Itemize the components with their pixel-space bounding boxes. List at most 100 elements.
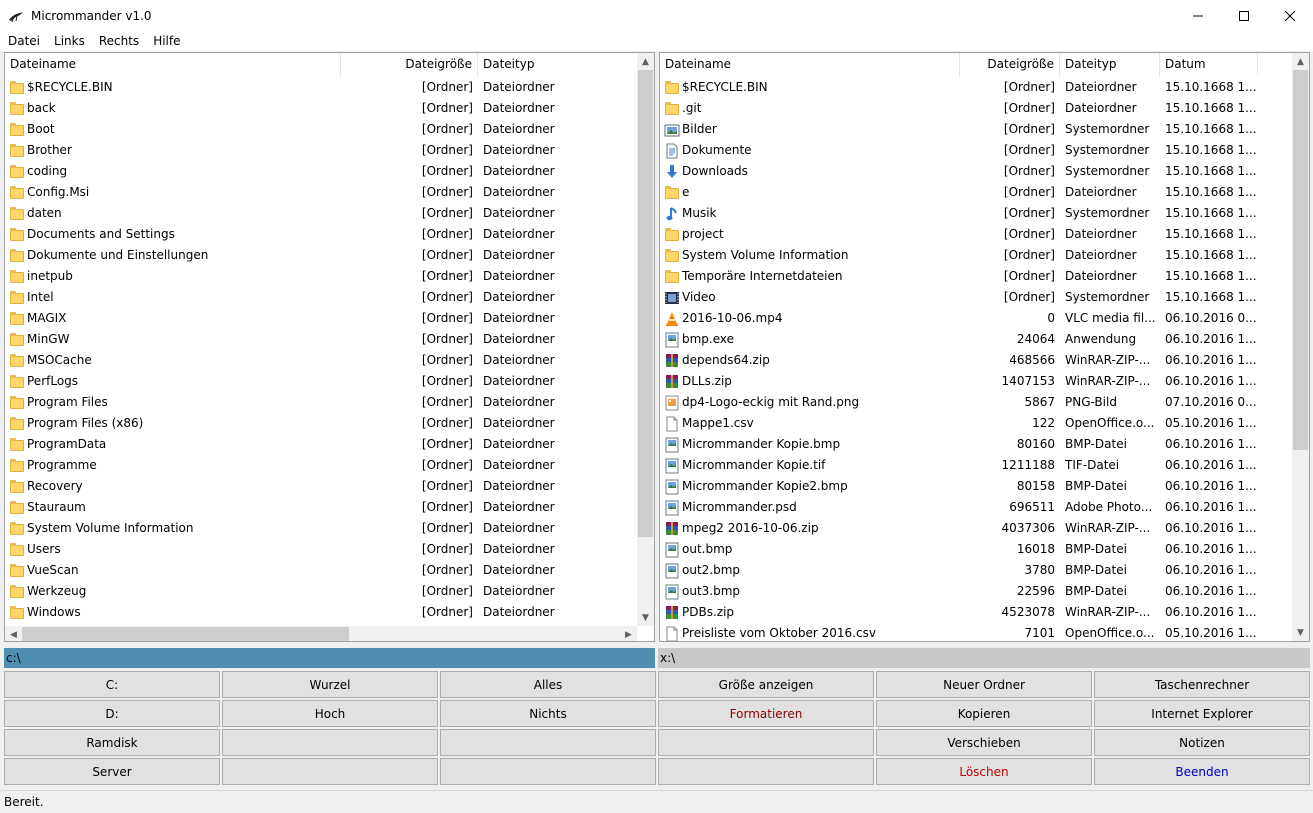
button-verschieben[interactable]: Verschieben: [876, 729, 1092, 756]
file-row[interactable]: Programme [Ordner] Dateiordner: [5, 455, 638, 476]
file-row[interactable]: dp4-Logo-eckig mit Rand.png 5867 PNG-Bild 0…: [660, 392, 1258, 413]
file-row[interactable]: Boot [Ordner] Dateiordner: [5, 119, 638, 140]
button-größe-anzeigen[interactable]: Größe anzeigen: [658, 671, 874, 698]
col-dateityp[interactable]: Dateityp: [478, 53, 638, 76]
file-row[interactable]: DLLs.zip 1407153 WinRAR-ZIP-... 06.10.2016 …: [660, 371, 1258, 392]
file-row[interactable]: out.bmp 16018 BMP-Datei 06.10.2016 1...: [660, 539, 1258, 560]
col-dateityp[interactable]: Dateityp: [1060, 53, 1160, 76]
right-path-bar[interactable]: x:\: [658, 648, 1310, 668]
button-neuer-ordner[interactable]: Neuer Ordner: [876, 671, 1092, 698]
menu-hilfe[interactable]: Hilfe: [146, 34, 187, 48]
file-row[interactable]: Recovery [Ordner] Dateiordner: [5, 476, 638, 497]
button-ramdisk[interactable]: Ramdisk: [4, 729, 220, 756]
file-row[interactable]: Stauraum [Ordner] Dateiordner: [5, 497, 638, 518]
maximize-button[interactable]: [1221, 0, 1267, 31]
file-row[interactable]: Micrommander.psd 696511 Adobe Photo... 06.1…: [660, 497, 1258, 518]
scroll-up-icon[interactable]: ▲: [1292, 53, 1309, 70]
file-row[interactable]: Windows [Ordner] Dateiordner: [5, 602, 638, 623]
file-row[interactable]: depends64.zip 468566 WinRAR-ZIP-... 06.10.2…: [660, 350, 1258, 371]
file-row[interactable]: Dokumente und Einstellungen [Ordner] Datei…: [5, 245, 638, 266]
right-vertical-scrollbar[interactable]: ▲ ▼: [1292, 53, 1309, 641]
file-row[interactable]: coding [Ordner] Dateiordner: [5, 161, 638, 182]
left-file-list[interactable]: Dateiname Dateigröße Dateityp $RECYCLE.B…: [4, 52, 655, 642]
file-row[interactable]: Intel [Ordner] Dateiordner: [5, 287, 638, 308]
file-row[interactable]: Micrommander Kopie.tif 1211188 TIF-Datei 06…: [660, 455, 1258, 476]
button-kopieren[interactable]: Kopieren: [876, 700, 1092, 727]
button-d[interactable]: D:: [4, 700, 220, 727]
file-row[interactable]: back [Ordner] Dateiordner: [5, 98, 638, 119]
button-wurzel[interactable]: Wurzel: [222, 671, 438, 698]
button-taschenrechner[interactable]: Taschenrechner: [1094, 671, 1310, 698]
file-row[interactable]: Preisliste vom Oktober 2016.csv 7101 OpenO…: [660, 623, 1258, 641]
file-row[interactable]: out2.bmp 3780 BMP-Datei 06.10.2016 1...: [660, 560, 1258, 581]
scroll-up-icon[interactable]: ▲: [637, 53, 654, 70]
button-empty-3-1[interactable]: [222, 758, 438, 785]
col-dateigroesse[interactable]: Dateigröße: [341, 53, 478, 76]
file-row[interactable]: System Volume Information [Ordner] Dateior…: [5, 518, 638, 539]
file-row[interactable]: Downloads [Ordner] Systemordner 15.10.1668 …: [660, 161, 1258, 182]
file-row[interactable]: Brother [Ordner] Dateiordner: [5, 140, 638, 161]
file-row[interactable]: Mappe1.csv 122 OpenOffice.o... 05.10.2016 1…: [660, 413, 1258, 434]
file-row[interactable]: Dokumente [Ordner] Systemordner 15.10.1668 …: [660, 140, 1258, 161]
button-hoch[interactable]: Hoch: [222, 700, 438, 727]
button-nichts[interactable]: Nichts: [440, 700, 656, 727]
file-row[interactable]: PerfLogs [Ordner] Dateiordner: [5, 371, 638, 392]
file-row[interactable]: Documents and Settings [Ordner] Dateiordne…: [5, 224, 638, 245]
scroll-right-icon[interactable]: ▶: [620, 626, 637, 641]
file-row[interactable]: MAGIX [Ordner] Dateiordner: [5, 308, 638, 329]
right-file-list[interactable]: Dateiname Dateigröße Dateityp Datum $REC…: [659, 52, 1310, 642]
file-row[interactable]: ProgramData [Ordner] Dateiordner: [5, 434, 638, 455]
button-empty-2-1[interactable]: [222, 729, 438, 756]
file-row[interactable]: Video [Ordner] Systemordner 15.10.1668 1...: [660, 287, 1258, 308]
button-empty-2-3[interactable]: [658, 729, 874, 756]
col-datum[interactable]: Datum: [1160, 53, 1258, 76]
file-row[interactable]: Werkzeug [Ordner] Dateiordner: [5, 581, 638, 602]
file-row[interactable]: bmp.exe 24064 Anwendung 06.10.2016 1...: [660, 329, 1258, 350]
menu-links[interactable]: Links: [47, 34, 92, 48]
button-server[interactable]: Server: [4, 758, 220, 785]
file-row[interactable]: 2016-10-06.mp4 0 VLC media fil... 06.10.201…: [660, 308, 1258, 329]
button-empty-3-2[interactable]: [440, 758, 656, 785]
file-row[interactable]: VueScan [Ordner] Dateiordner: [5, 560, 638, 581]
file-row[interactable]: Bilder [Ordner] Systemordner 15.10.1668 1..…: [660, 119, 1258, 140]
file-row[interactable]: mpeg2 2016-10-06.zip 4037306 WinRAR-ZIP-..…: [660, 518, 1258, 539]
file-row[interactable]: daten [Ordner] Dateiordner: [5, 203, 638, 224]
menu-datei[interactable]: Datei: [0, 34, 47, 48]
col-dateiname[interactable]: Dateiname: [660, 53, 960, 76]
file-row[interactable]: Micrommander Kopie2.bmp 80158 BMP-Datei 06.…: [660, 476, 1258, 497]
file-row[interactable]: Program Files [Ordner] Dateiordner: [5, 392, 638, 413]
left-scroll-thumb[interactable]: [638, 70, 653, 537]
file-row[interactable]: Users [Ordner] Dateiordner: [5, 539, 638, 560]
scroll-left-icon[interactable]: ◀: [5, 626, 22, 641]
file-row[interactable]: inetpub [Ordner] Dateiordner: [5, 266, 638, 287]
file-row[interactable]: Config.Msi [Ordner] Dateiordner: [5, 182, 638, 203]
file-row[interactable]: System Volume Information [Ordner] Dateior…: [660, 245, 1258, 266]
scroll-down-icon[interactable]: ▼: [1292, 624, 1309, 641]
left-vertical-scrollbar[interactable]: ▲ ▼: [637, 53, 654, 626]
file-row[interactable]: out3.bmp 22596 BMP-Datei 06.10.2016 1...: [660, 581, 1258, 602]
file-row[interactable]: Musik [Ordner] Systemordner 15.10.1668 1...: [660, 203, 1258, 224]
button-löschen[interactable]: Löschen: [876, 758, 1092, 785]
scroll-down-icon[interactable]: ▼: [637, 609, 654, 626]
button-empty-3-3[interactable]: [658, 758, 874, 785]
button-alles[interactable]: Alles: [440, 671, 656, 698]
col-dateigroesse[interactable]: Dateigröße: [960, 53, 1060, 76]
left-path-bar[interactable]: c:\: [4, 648, 655, 668]
button-internet-explorer[interactable]: Internet Explorer: [1094, 700, 1310, 727]
file-row[interactable]: $RECYCLE.BIN [Ordner] Dateiordner: [5, 77, 638, 98]
close-button[interactable]: [1267, 0, 1313, 31]
file-row[interactable]: PDBs.zip 4523078 WinRAR-ZIP-... 06.10.2016 …: [660, 602, 1258, 623]
right-scroll-thumb[interactable]: [1293, 70, 1308, 450]
button-formatieren[interactable]: Formatieren: [658, 700, 874, 727]
file-row[interactable]: Temporäre Internetdateien [Ordner] Dateior…: [660, 266, 1258, 287]
left-horizontal-scrollbar[interactable]: ◀ ▶: [5, 626, 637, 641]
file-row[interactable]: project [Ordner] Dateiordner 15.10.1668 1..…: [660, 224, 1258, 245]
col-dateiname[interactable]: Dateiname: [5, 53, 341, 76]
button-c[interactable]: C:: [4, 671, 220, 698]
minimize-button[interactable]: [1175, 0, 1221, 31]
button-empty-2-2[interactable]: [440, 729, 656, 756]
file-row[interactable]: .git [Ordner] Dateiordner 15.10.1668 1...: [660, 98, 1258, 119]
file-row[interactable]: MSOCache [Ordner] Dateiordner: [5, 350, 638, 371]
file-row[interactable]: $RECYCLE.BIN [Ordner] Dateiordner 15.10.166…: [660, 77, 1258, 98]
button-beenden[interactable]: Beenden: [1094, 758, 1310, 785]
